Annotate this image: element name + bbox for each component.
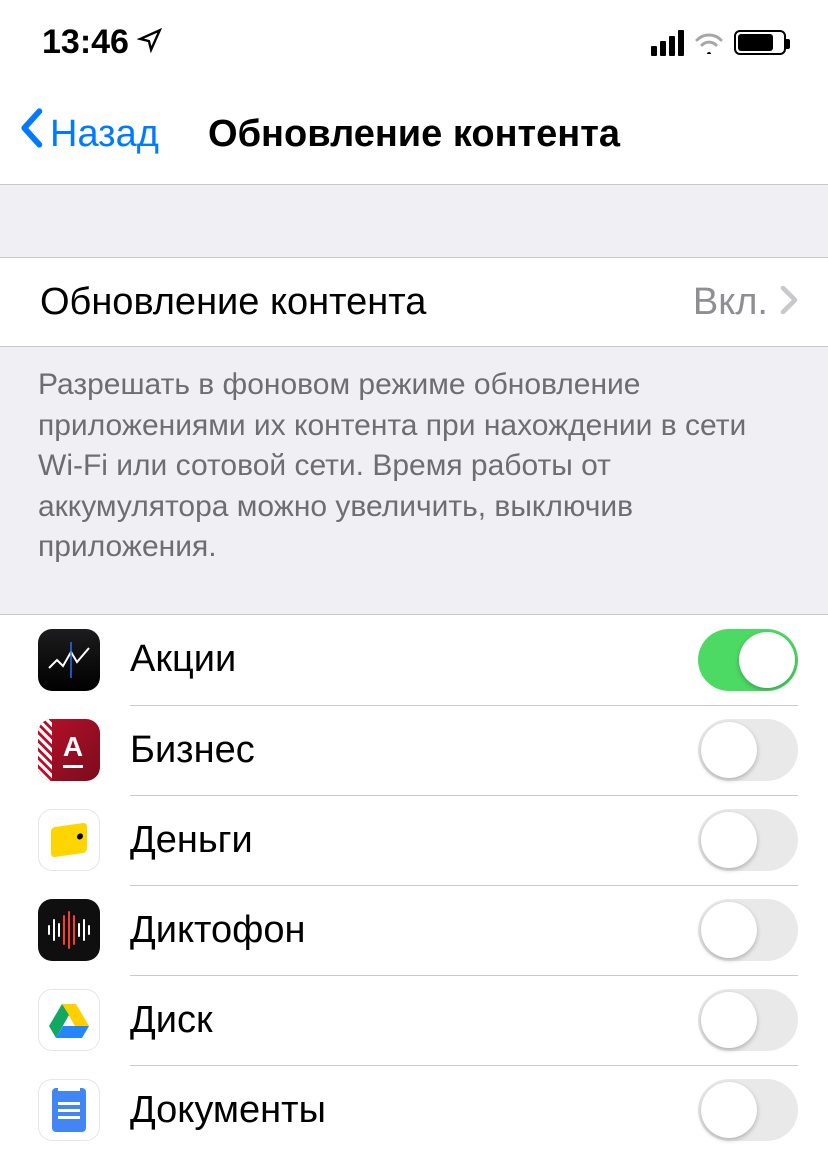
app-toggle-money[interactable] bbox=[698, 809, 798, 871]
app-name-label: Деньги bbox=[130, 819, 698, 862]
back-label: Назад bbox=[50, 113, 159, 156]
chevron-left-icon bbox=[18, 108, 44, 157]
app-row-stocks: Акции bbox=[0, 615, 828, 705]
location-icon bbox=[137, 23, 163, 62]
app-row-money: Деньги bbox=[0, 795, 828, 885]
app-row-business: A Бизнес bbox=[0, 705, 828, 795]
dictaphone-app-icon bbox=[38, 899, 100, 961]
app-name-label: Диск bbox=[130, 999, 698, 1042]
app-name-label: Диктофон bbox=[130, 909, 698, 952]
app-toggle-documents[interactable] bbox=[698, 1079, 798, 1141]
status-bar: 13:46 bbox=[0, 0, 828, 85]
drive-app-icon bbox=[38, 989, 100, 1051]
app-row-documents: Документы bbox=[0, 1065, 828, 1155]
app-name-label: Документы bbox=[130, 1089, 698, 1132]
app-toggle-stocks[interactable] bbox=[698, 629, 798, 691]
status-time: 13:46 bbox=[42, 23, 129, 62]
battery-icon bbox=[734, 30, 786, 55]
app-name-label: Акции bbox=[130, 638, 698, 681]
business-app-icon: A bbox=[38, 719, 100, 781]
back-button[interactable]: Назад bbox=[0, 110, 159, 159]
section-footer: Разрешать в фоновом режиме обновление пр… bbox=[0, 347, 828, 568]
app-toggle-business[interactable] bbox=[698, 719, 798, 781]
money-app-icon bbox=[38, 809, 100, 871]
documents-app-icon bbox=[38, 1079, 100, 1141]
background-refresh-value: Вкл. bbox=[693, 281, 768, 324]
background-refresh-label: Обновление контента bbox=[40, 281, 693, 324]
navigation-bar: Назад Обновление контента bbox=[0, 85, 828, 185]
app-row-dictaphone: Диктофон bbox=[0, 885, 828, 975]
app-toggle-dictaphone[interactable] bbox=[698, 899, 798, 961]
app-list: Акции A Бизнес Деньги bbox=[0, 614, 828, 1155]
app-name-label: Бизнес bbox=[130, 729, 698, 772]
app-toggle-drive[interactable] bbox=[698, 989, 798, 1051]
chevron-right-icon bbox=[780, 282, 798, 322]
app-row-drive: Диск bbox=[0, 975, 828, 1065]
cellular-icon bbox=[651, 30, 684, 56]
stocks-app-icon bbox=[38, 629, 100, 691]
wifi-icon bbox=[694, 32, 724, 54]
background-refresh-cell[interactable]: Обновление контента Вкл. bbox=[0, 257, 828, 347]
